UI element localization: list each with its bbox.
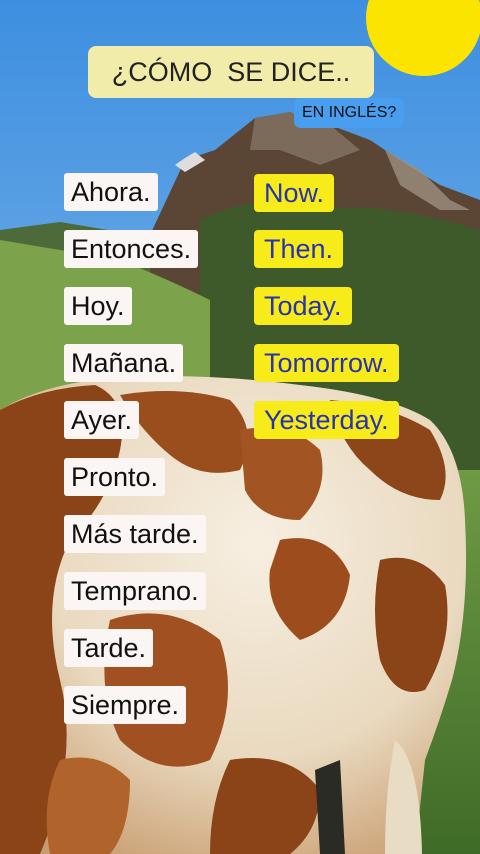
spanish-word: Tarde. <box>64 629 154 667</box>
spanish-word: Más tarde. <box>64 515 206 553</box>
page-title: ¿CÓMO SE DICE.. <box>88 46 374 98</box>
spanish-word: Ayer. <box>64 401 140 439</box>
spanish-word: Temprano. <box>64 572 206 610</box>
spanish-word: Hoy. <box>64 287 132 325</box>
english-translation: Tomorrow. <box>254 344 399 382</box>
english-translation: Now. <box>254 174 335 212</box>
english-translation: Today. <box>254 287 352 325</box>
english-translation: Yesterday. <box>254 401 399 439</box>
spanish-word: Pronto. <box>64 458 166 496</box>
spanish-word: Entonces. <box>64 230 199 268</box>
spanish-word: Siempre. <box>64 686 187 724</box>
subtitle-badge: EN INGLÉS? <box>294 98 405 128</box>
spanish-word: Mañana. <box>64 344 184 382</box>
english-translation: Then. <box>254 230 344 268</box>
spanish-word: Ahora. <box>64 173 158 211</box>
